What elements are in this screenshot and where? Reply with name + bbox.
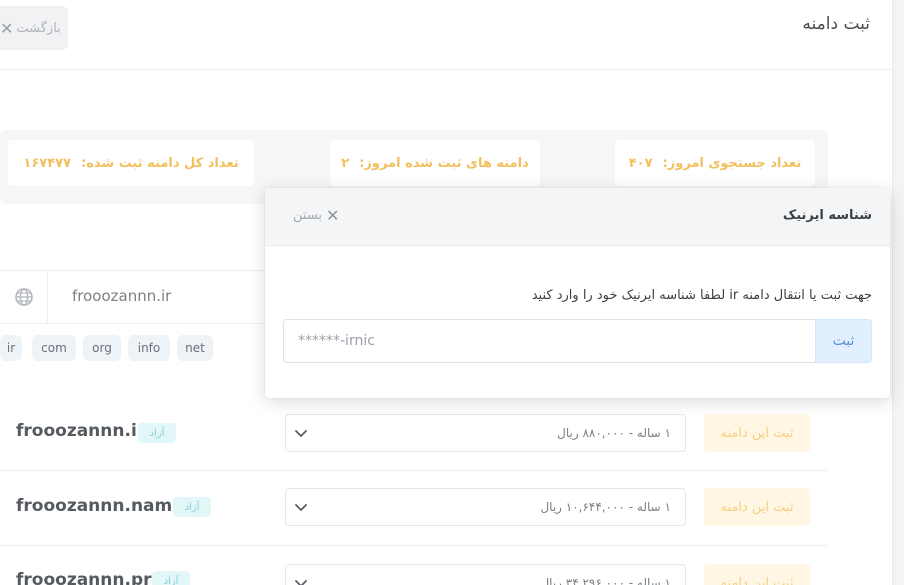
stat-today-registered: دامنه های ثبت شده امروز: ۲ [330, 140, 540, 186]
result-domain-name: frooozannn.pro [16, 570, 164, 585]
price-option: ۱ ساله - ۸۸۰,۰۰۰ ریال [557, 426, 671, 440]
globe-icon [14, 288, 33, 306]
modal-header: شناسه ایرنیک ✕ بستن [265, 188, 890, 246]
stat-value: ۴۰۷ [628, 155, 653, 171]
x-icon: ✕ [326, 206, 340, 225]
price-select[interactable]: ۱ ساله - ۸۸۰,۰۰۰ ریال [285, 414, 686, 452]
modal-close-label: بستن [293, 208, 323, 223]
x-icon: ✕ [0, 18, 14, 38]
register-domain-button[interactable]: ثبت این دامنه [704, 488, 810, 526]
result-domain-name: frooozannn.name [16, 496, 184, 516]
stat-label: تعداد جستجوی امروز: [662, 155, 802, 171]
irnic-modal: شناسه ایرنیک ✕ بستن جهت ثبت یا انتقال دا… [265, 188, 890, 398]
modal-message: جهت ثبت یا انتقال دامنه ir لطفا شناسه ای… [531, 288, 872, 303]
tld-chip-ir[interactable]: ir [0, 335, 22, 361]
search-input-value[interactable]: frooozannn.ir [72, 287, 171, 305]
back-button[interactable]: ✕ بازگشت [0, 6, 68, 50]
register-domain-button[interactable]: ثبت این دامنه [704, 414, 810, 452]
tld-chip-com[interactable]: com [32, 335, 76, 361]
tld-chip-info[interactable]: info [128, 335, 170, 361]
stat-label: دامنه های ثبت شده امروز: [359, 155, 529, 171]
result-domain-name: frooozannn.ir [16, 421, 146, 441]
chevron-down-icon [295, 504, 307, 511]
status-badge: آزاد [173, 497, 211, 517]
stat-value: ۲ [341, 155, 350, 171]
back-button-label: بازگشت [16, 20, 61, 36]
tld-chip-org[interactable]: org [83, 335, 121, 361]
stat-today-searches: تعداد جستجوی امروز: ۴۰۷ [615, 140, 815, 186]
tld-chip-net[interactable]: net [177, 335, 213, 361]
page-title: ثبت دامنه [802, 14, 870, 34]
register-domain-button[interactable]: ثبت این دامنه [704, 564, 810, 585]
price-option: ۱ ساله - ۱۰,۶۴۴,۰۰۰ ریال [540, 500, 671, 514]
status-badge: آزاد [152, 571, 190, 585]
row-divider [0, 545, 828, 546]
price-select[interactable]: ۱ ساله - ۳۴,۲۹۶,۰۰۰ ریال [285, 564, 686, 585]
page-header [0, 0, 892, 70]
price-select[interactable]: ۱ ساله - ۱۰,۶۴۴,۰۰۰ ریال [285, 488, 686, 526]
irnic-input[interactable] [283, 319, 815, 363]
stat-value: ۱۶۷۴۷۷ [23, 155, 71, 171]
right-sidebar-strip [892, 0, 904, 585]
price-option: ۱ ساله - ۳۴,۲۹۶,۰۰۰ ریال [540, 576, 671, 585]
modal-close-button[interactable]: ✕ بستن [293, 206, 339, 225]
modal-title: شناسه ایرنیک [782, 208, 872, 223]
chevron-down-icon [295, 430, 307, 437]
irnic-submit-button[interactable]: ثبت [815, 319, 872, 363]
stat-total-registered: تعداد کل دامنه ثبت شده: ۱۶۷۴۷۷ [8, 140, 254, 186]
globe-icon-box [0, 270, 48, 324]
stat-label: تعداد کل دامنه ثبت شده: [81, 155, 239, 171]
status-badge: آزاد [138, 423, 176, 443]
chevron-down-icon [295, 580, 307, 585]
row-divider [0, 470, 828, 471]
